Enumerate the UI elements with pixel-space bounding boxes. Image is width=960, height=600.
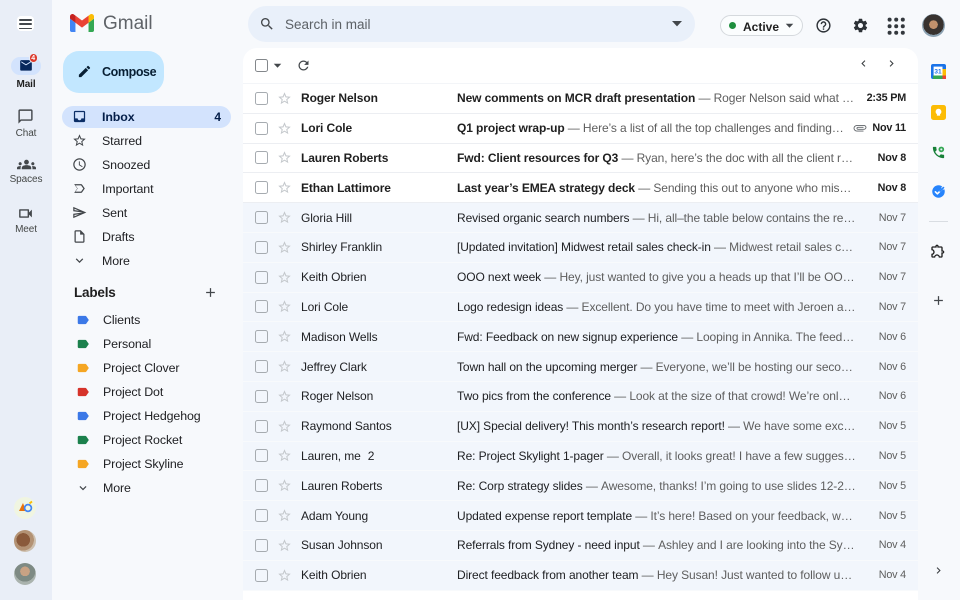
svg-text:31: 31	[934, 68, 942, 75]
